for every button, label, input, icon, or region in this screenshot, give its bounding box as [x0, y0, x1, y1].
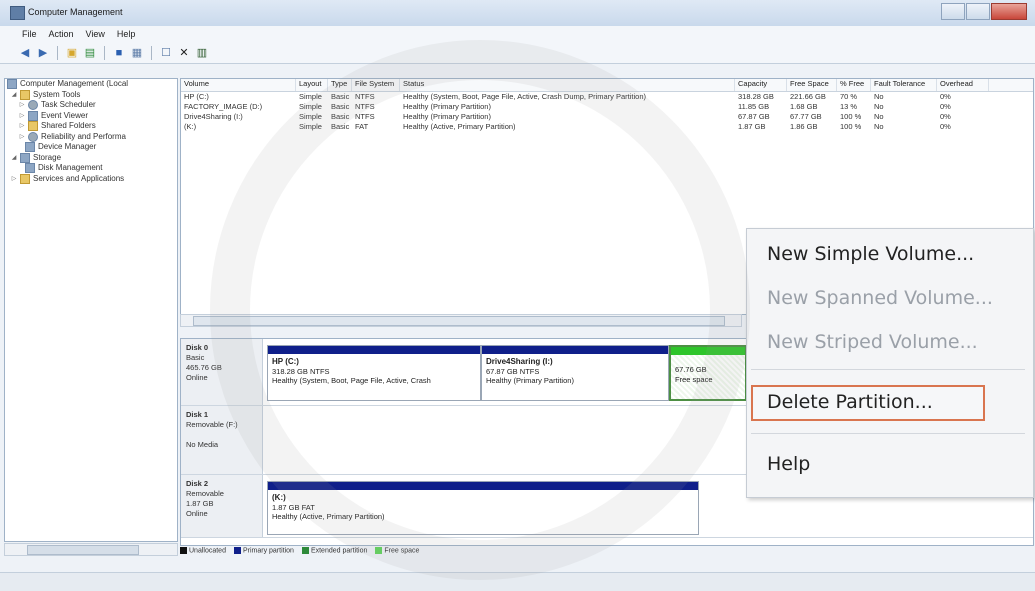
volume-row[interactable]: FACTORY_IMAGE (D:) Simple Basic NTFS Healthy…	[181, 102, 1033, 112]
gear-icon	[28, 131, 38, 142]
back-icon[interactable]: ◀	[18, 46, 32, 60]
tree-item-system-tools[interactable]: ◢ System Tools	[5, 90, 177, 101]
disk-2-label[interactable]: Disk 2 Removable 1.87 GB Online	[181, 475, 263, 537]
column-header-volume[interactable]: Volume	[181, 79, 296, 91]
tree-horizontal-scrollbar[interactable]	[4, 543, 178, 556]
partition-k[interactable]: (K:) 1.87 GB FAT Healthy (Active, Primar…	[267, 481, 699, 535]
window-controls	[941, 3, 1027, 20]
legend-unallocated: Unallocated	[180, 547, 226, 555]
menu-separator	[751, 433, 1025, 434]
tree-item-device-manager[interactable]: Device Manager	[5, 142, 177, 153]
column-header-percent-free[interactable]: % Free	[837, 79, 871, 91]
menu-bar: File Action View Help	[0, 26, 1035, 42]
tree-item-storage[interactable]: ◢ Storage	[5, 153, 177, 164]
partition-free-space[interactable]: 67.76 GB Free space	[669, 345, 747, 401]
collapse-arrow-icon[interactable]: ◢	[11, 153, 17, 164]
console-tree: Computer Management (Local ◢ System Tools…	[4, 78, 178, 542]
window-title: Computer Management	[28, 7, 123, 17]
event-viewer-icon	[28, 110, 38, 121]
device-icon	[25, 142, 35, 153]
maximize-button[interactable]	[966, 3, 990, 20]
forward-icon[interactable]: ▶	[36, 46, 50, 60]
column-header-file-system[interactable]: File System	[352, 79, 400, 91]
column-header-status[interactable]: Status	[400, 79, 735, 91]
column-header-type[interactable]: Type	[328, 79, 352, 91]
partition-hp-c[interactable]: HP (C:) 318.28 GB NTFS Healthy (System, …	[267, 345, 481, 401]
clock-icon	[28, 100, 38, 111]
computer-icon	[7, 79, 17, 90]
menu-action[interactable]: Action	[49, 29, 74, 39]
column-header-fault-tolerance[interactable]: Fault Tolerance	[871, 79, 937, 91]
menu-item-new-striped-volume: New Striped Volume...	[767, 331, 978, 353]
legend-free-space: Free space	[375, 547, 419, 555]
disk-properties-icon[interactable]: ▥	[195, 46, 209, 60]
toolbar: ◀ ▶ ▣ ▤ ■ ▦ ☐ ✕ ▥	[0, 42, 1035, 64]
context-menu: New Simple Volume... New Spanned Volume.…	[746, 228, 1034, 498]
computer-management-icon	[10, 6, 25, 20]
disk-legend: Unallocated Primary partition Extended p…	[180, 545, 740, 557]
tree-item-services-applications[interactable]: ▷ Services and Applications	[5, 174, 177, 185]
menu-view[interactable]: View	[86, 29, 105, 39]
volume-row[interactable]: Drive4Sharing (I:) Simple Basic NTFS Healthy…	[181, 112, 1033, 122]
tree-item-shared-folders[interactable]: ▷ Shared Folders	[5, 121, 177, 132]
tree-item-disk-management[interactable]: Disk Management	[5, 163, 177, 174]
legend-primary-partition: Primary partition	[233, 547, 294, 555]
help-icon[interactable]: ■	[112, 46, 126, 60]
menu-separator	[751, 369, 1025, 370]
partition-drive4sharing[interactable]: Drive4Sharing (I:) 67.87 GB NTFS Healthy…	[481, 345, 669, 401]
expand-arrow-icon[interactable]: ▷	[19, 111, 25, 122]
volume-row[interactable]: (K:) Simple Basic FAT Healthy (Active, Prima…	[181, 122, 1033, 132]
folder-icon	[20, 173, 30, 184]
delete-icon[interactable]: ✕	[177, 46, 191, 60]
menu-file[interactable]: File	[22, 29, 37, 39]
menu-item-help[interactable]: Help	[767, 453, 810, 475]
storage-icon	[20, 152, 30, 163]
scrollbar-thumb[interactable]	[27, 545, 139, 555]
show-hide-tree-icon[interactable]: ▤	[83, 46, 97, 60]
disk-0-label[interactable]: Disk 0 Basic 465.76 GB Online	[181, 339, 263, 405]
collapse-arrow-icon[interactable]: ◢	[11, 90, 17, 101]
tree-item-event-viewer[interactable]: ▷ Event Viewer	[5, 111, 177, 122]
column-header-capacity[interactable]: Capacity	[735, 79, 787, 91]
minimize-button[interactable]	[941, 3, 965, 20]
computer-management-window: Computer Management File Action View Hel…	[0, 0, 1035, 591]
expand-arrow-icon[interactable]: ▷	[19, 121, 25, 132]
expand-arrow-icon[interactable]: ▷	[19, 132, 25, 143]
properties-icon[interactable]: ▦	[130, 46, 144, 60]
expand-arrow-icon[interactable]: ▷	[19, 100, 25, 111]
folder-icon	[28, 121, 38, 132]
menu-item-new-simple-volume[interactable]: New Simple Volume...	[767, 243, 974, 265]
export-icon[interactable]: ☐	[159, 46, 173, 60]
scrollbar-thumb[interactable]	[193, 316, 725, 326]
expand-arrow-icon[interactable]: ▷	[11, 174, 17, 185]
column-header-free-space[interactable]: Free Space	[787, 79, 837, 91]
tree-item-task-scheduler[interactable]: ▷ Task Scheduler	[5, 100, 177, 111]
volume-row[interactable]: HP (C:) Simple Basic NTFS Healthy (System, B…	[181, 92, 1033, 102]
folder-icon	[20, 89, 30, 100]
column-header-overhead[interactable]: Overhead	[937, 79, 989, 91]
status-bar	[0, 572, 1035, 591]
up-folder-icon[interactable]: ▣	[65, 46, 79, 60]
volume-list-header: Volume Layout Type File System Status Ca…	[181, 79, 1033, 92]
tree-item-reliability[interactable]: ▷ Reliability and Performa	[5, 132, 177, 143]
column-header-layout[interactable]: Layout	[296, 79, 328, 91]
close-button[interactable]	[991, 3, 1027, 20]
menu-help[interactable]: Help	[117, 29, 136, 39]
volume-list-horizontal-scrollbar[interactable]	[180, 314, 742, 327]
menu-item-new-spanned-volume: New Spanned Volume...	[767, 287, 993, 309]
title-bar: Computer Management	[0, 0, 1035, 27]
tree-item-computer-management[interactable]: Computer Management (Local	[5, 79, 177, 90]
disk-1-label[interactable]: Disk 1 Removable (F:) No Media	[181, 406, 263, 474]
legend-extended-partition: Extended partition	[301, 547, 367, 555]
menu-item-delete-partition[interactable]: Delete Partition...	[767, 391, 933, 413]
disk-icon	[25, 163, 35, 174]
